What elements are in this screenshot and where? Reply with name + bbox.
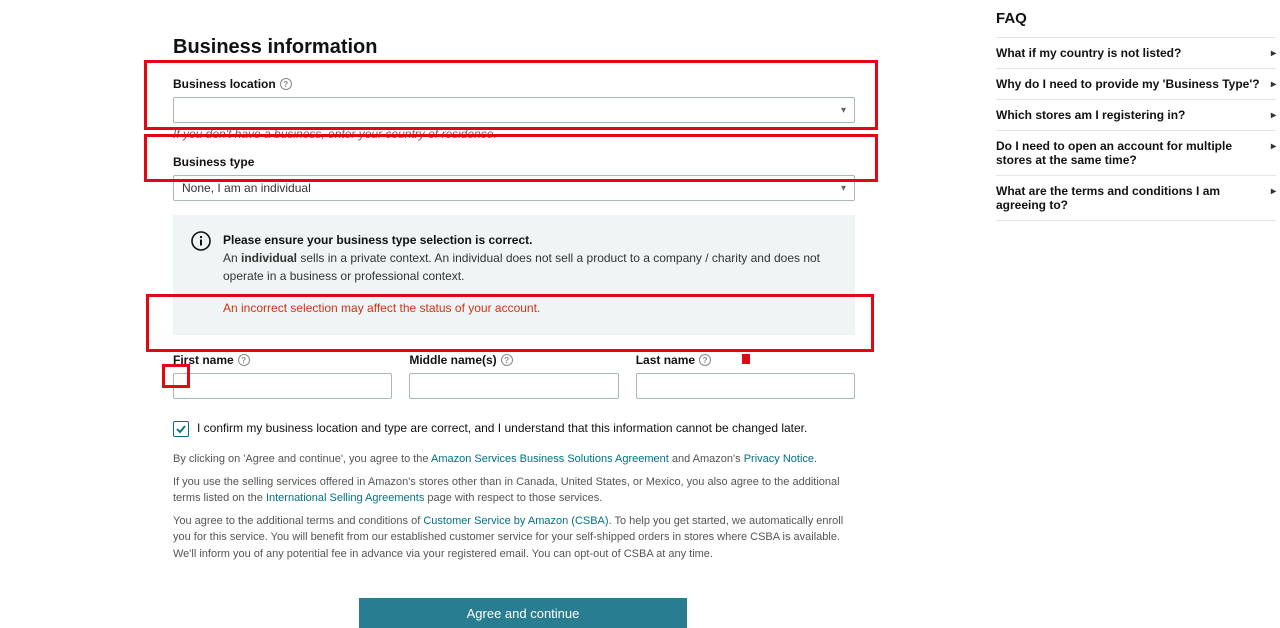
info-warning: An incorrect selection may affect the st… (223, 299, 837, 317)
chevron-down-icon: ▾ (841, 183, 846, 194)
faq-title: FAQ (996, 10, 1276, 27)
confirm-row: I confirm my business location and type … (173, 421, 873, 437)
faq-item[interactable]: Why do I need to provide my 'Business Ty… (996, 68, 1276, 99)
help-icon[interactable]: ? (238, 354, 250, 366)
faq-item[interactable]: What are the terms and conditions I am a… (996, 175, 1276, 221)
confirm-text: I confirm my business location and type … (197, 421, 807, 435)
chevron-right-icon: ▸ (1271, 110, 1276, 121)
chevron-right-icon: ▸ (1271, 186, 1276, 197)
last-name-input[interactable] (636, 373, 855, 399)
chevron-right-icon: ▸ (1271, 141, 1276, 152)
annotation-highlight (742, 354, 750, 364)
chevron-right-icon: ▸ (1271, 79, 1276, 90)
help-icon[interactable]: ? (280, 78, 292, 90)
business-type-select[interactable]: None, I am an individual ▾ (173, 175, 855, 201)
info-icon (191, 231, 211, 317)
business-location-label: Business location (173, 77, 276, 91)
confirm-checkbox[interactable] (173, 421, 189, 437)
business-type-field: Business type None, I am an individual ▾ (173, 155, 873, 201)
csba-link[interactable]: Customer Service by Amazon (CSBA) (423, 515, 608, 527)
last-name-label: Last name (636, 353, 695, 367)
name-fields-row: First name ? Middle name(s) ? Last name … (173, 353, 855, 399)
legal-text: By clicking on 'Agree and continue', you… (173, 451, 855, 562)
faq-item[interactable]: Do I need to open an account for multipl… (996, 130, 1276, 175)
help-icon[interactable]: ? (501, 354, 513, 366)
middle-name-input[interactable] (409, 373, 618, 399)
chevron-down-icon: ▾ (841, 105, 846, 116)
help-icon[interactable]: ? (699, 354, 711, 366)
agreement-link[interactable]: Amazon Services Business Solutions Agree… (431, 453, 669, 465)
business-location-helper: If you don't have a business, enter your… (173, 127, 873, 141)
faq-item[interactable]: What if my country is not listed?▸ (996, 37, 1276, 68)
business-location-field: Business location ? ▾ If you don't have … (173, 77, 873, 141)
business-type-label: Business type (173, 155, 254, 169)
faq-item[interactable]: Which stores am I registering in?▸ (996, 99, 1276, 130)
faq-sidebar: FAQ What if my country is not listed?▸ W… (996, 10, 1276, 221)
chevron-right-icon: ▸ (1271, 48, 1276, 59)
agree-continue-button[interactable]: Agree and continue (359, 598, 687, 628)
info-body-text: An individual sells in a private context… (223, 249, 837, 285)
intl-selling-link[interactable]: International Selling Agreements (266, 492, 424, 504)
business-location-select[interactable]: ▾ (173, 97, 855, 123)
page-title: Business information (173, 36, 873, 59)
info-title: Please ensure your business type selecti… (223, 231, 837, 249)
first-name-label: First name (173, 353, 234, 367)
business-info-form: Business information Business location ?… (173, 36, 873, 628)
privacy-notice-link[interactable]: Privacy Notice (744, 453, 814, 465)
business-type-value: None, I am an individual (182, 181, 311, 195)
business-type-info-panel: Please ensure your business type selecti… (173, 215, 855, 335)
middle-name-label: Middle name(s) (409, 353, 496, 367)
first-name-input[interactable] (173, 373, 392, 399)
